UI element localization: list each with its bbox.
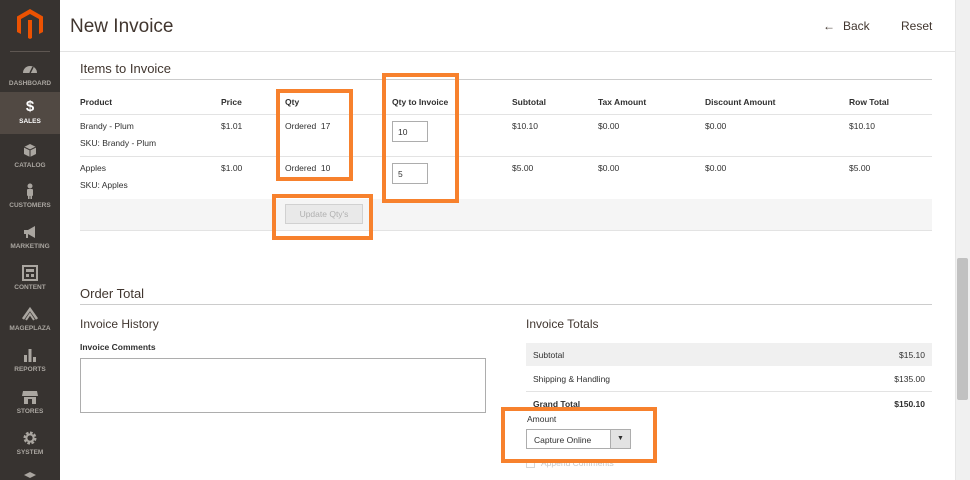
sidebar-item-label: SYSTEM [16, 449, 44, 456]
totals-value: $135.00 [894, 374, 925, 384]
layout-icon [22, 265, 38, 281]
row-discount: $0.00 [705, 121, 727, 131]
row-tax: $0.00 [598, 121, 620, 131]
page-scrollbar-track[interactable] [955, 0, 970, 480]
megaphone-icon [24, 226, 35, 238]
sidebar-item-customers[interactable]: CUSTOMERS [0, 182, 60, 223]
product-sku: SKU: Brandy - Plum [80, 138, 157, 148]
items-section-title: Items to Invoice [80, 61, 172, 76]
column-header-discount-amount: Discount Amount [705, 97, 776, 107]
header-divider [60, 51, 955, 52]
highlight-qty-column [276, 89, 353, 181]
sidebar-item-label: REPORTS [14, 366, 46, 373]
items-section-divider [80, 79, 932, 80]
sidebar-item-label: MAGEPLAZA [9, 325, 51, 332]
magento-logo[interactable] [15, 8, 45, 40]
totals-value: $150.10 [894, 399, 925, 409]
sidebar-item-reports[interactable]: REPORTS [0, 346, 60, 387]
sidebar-item-label: CATALOG [14, 162, 46, 169]
back-label: Back [843, 19, 870, 33]
highlight-update-button [272, 194, 373, 240]
product-price: $1.00 [221, 163, 243, 173]
sidebar-item-content[interactable]: CONTENT [0, 264, 60, 305]
page-scrollbar-thumb[interactable] [957, 258, 968, 400]
admin-sidebar: DASHBOARD $ SALES CATALOG CUSTOMERS MARK… [0, 0, 60, 480]
totals-row-subtotal: Subtotal $15.10 [526, 343, 932, 366]
highlight-amount-select [501, 407, 657, 463]
row-subtotal: $5.00 [512, 163, 534, 173]
row-total: $10.10 [849, 121, 875, 131]
store-icon [22, 391, 38, 404]
totals-label: Subtotal [533, 350, 565, 360]
invoice-history-title: Invoice History [80, 317, 159, 331]
sidebar-item-label: CUSTOMERS [9, 202, 51, 209]
page-title: New Invoice [70, 16, 174, 37]
back-button[interactable]: ← Back [823, 19, 870, 33]
column-header-price: Price [221, 97, 242, 107]
mageplaza-icon [21, 306, 39, 321]
invoice-comments-textarea[interactable] [80, 358, 486, 413]
order-total-title: Order Total [80, 286, 145, 301]
column-header-row-total: Row Total [849, 97, 889, 107]
row-total: $5.00 [849, 163, 871, 173]
row-discount: $0.00 [705, 163, 727, 173]
sidebar-item-label: SALES [19, 118, 41, 125]
cube-icon [23, 144, 37, 157]
row-subtotal: $10.10 [512, 121, 538, 131]
sidebar-item-stores[interactable]: STORES [0, 388, 60, 429]
invoice-totals-title: Invoice Totals [526, 317, 599, 331]
sidebar-item-mageplaza[interactable]: MAGEPLAZA [0, 305, 60, 346]
column-header-subtotal: Subtotal [512, 97, 546, 107]
sidebar-item-label: DASHBOARD [8, 80, 52, 87]
sidebar-item-more[interactable] [0, 470, 60, 480]
sidebar-item-label: CONTENT [14, 284, 46, 291]
column-header-product: Product [80, 97, 113, 107]
table-header-divider [80, 114, 932, 115]
totals-label: Shipping & Handling [533, 374, 611, 384]
reset-button[interactable]: Reset [901, 19, 932, 33]
sidebar-item-system[interactable]: SYSTEM [0, 429, 60, 470]
sidebar-item-sales[interactable]: $ SALES [0, 92, 60, 134]
invoice-comments-label: Invoice Comments [80, 342, 156, 352]
cube-partial-icon [24, 472, 36, 478]
totals-value: $15.10 [899, 350, 925, 360]
sidebar-item-label: STORES [16, 408, 44, 415]
row-tax: $0.00 [598, 163, 620, 173]
person-icon [27, 183, 33, 199]
totals-row-shipping: Shipping & Handling $135.00 [526, 367, 932, 390]
row-divider [80, 156, 932, 157]
order-total-divider [80, 304, 932, 305]
bar-chart-icon [24, 349, 36, 362]
arrow-left-icon: ← [823, 19, 835, 33]
gear-icon [23, 431, 37, 445]
column-header-tax-amount: Tax Amount [598, 97, 647, 107]
update-qty-bar [80, 199, 932, 231]
sidebar-item-label: MARKETING [10, 243, 50, 250]
product-name: Apples [80, 163, 106, 173]
dollar-icon: $ [25, 98, 35, 115]
product-name: Brandy - Plum [80, 121, 134, 131]
sidebar-item-marketing[interactable]: MARKETING [0, 223, 60, 264]
dashboard-icon [23, 66, 37, 74]
sidebar-item-catalog[interactable]: CATALOG [0, 142, 60, 183]
product-price: $1.01 [221, 121, 243, 131]
highlight-qty-to-invoice-column [382, 73, 459, 203]
product-sku: SKU: Apples [80, 180, 128, 190]
